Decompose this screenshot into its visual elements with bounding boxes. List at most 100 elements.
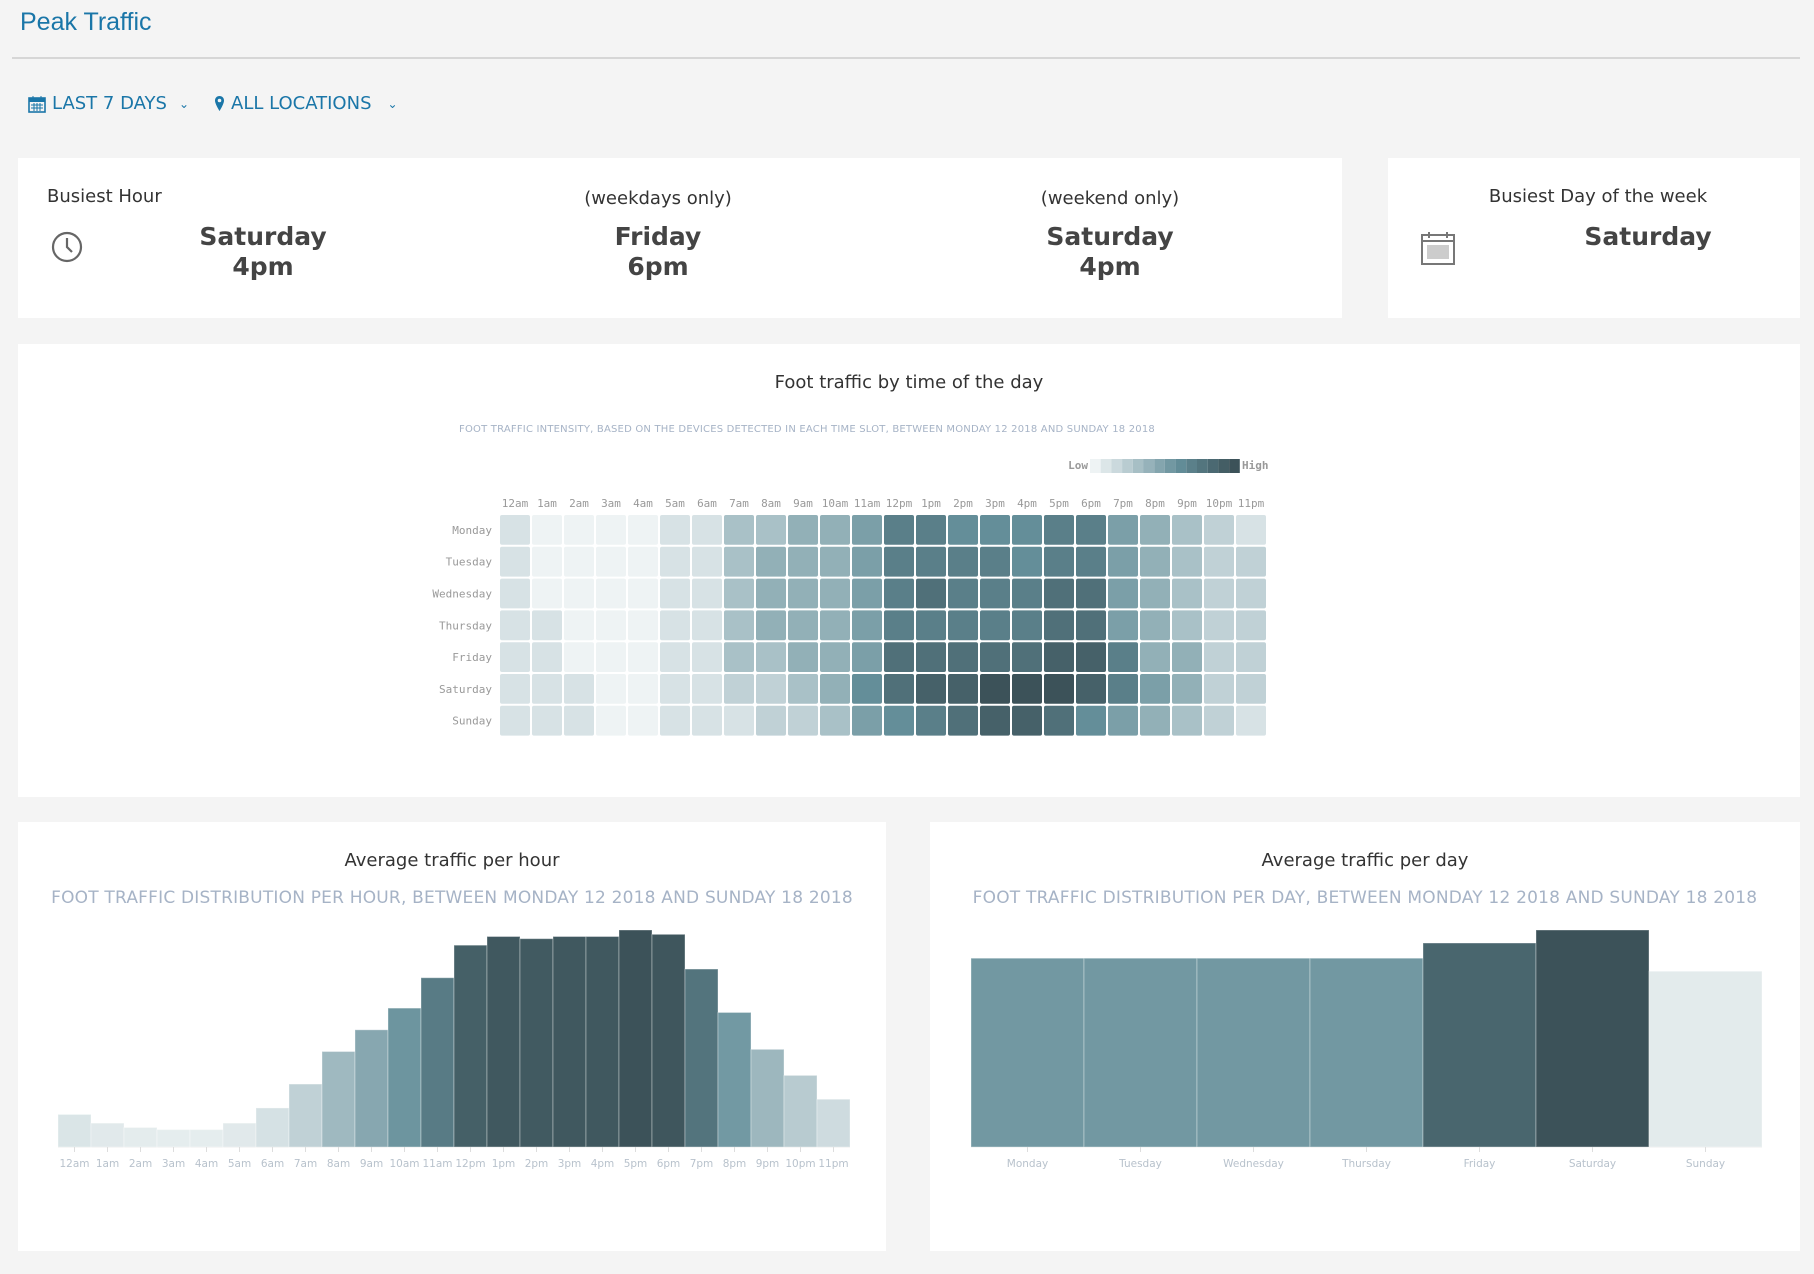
legend-swatch <box>1164 459 1176 473</box>
heatmap-cell <box>532 642 562 672</box>
heatmap-cell <box>596 705 626 736</box>
x-tick-label: 1am <box>96 1158 119 1170</box>
heatmap-cell <box>564 515 594 545</box>
day-tick-label: Monday <box>452 524 492 537</box>
x-tick-label: 5pm <box>624 1158 648 1170</box>
heatmap-cell <box>564 578 594 609</box>
heatmap-cell <box>564 705 594 736</box>
heatmap-cell <box>884 674 914 704</box>
hour-tick-label: 3am <box>601 497 621 510</box>
heatmap-cell <box>500 705 530 736</box>
heatmap-cell <box>564 546 594 577</box>
heatmap-cell <box>1140 610 1170 641</box>
bar <box>1196 957 1311 1148</box>
weekend-hour: 4pm <box>1079 252 1141 281</box>
legend-swatch <box>1207 459 1219 473</box>
clock-icon <box>51 231 83 263</box>
heatmap-cell <box>628 705 658 736</box>
map-pin-icon <box>215 95 224 111</box>
heatmap-cell <box>916 610 946 641</box>
heatmap-cell <box>1012 578 1042 609</box>
heatmap-cell <box>596 578 626 609</box>
hour-tick-label: 2am <box>569 497 589 510</box>
bar <box>816 1098 851 1148</box>
x-tick-label: Monday <box>1007 1158 1048 1170</box>
x-tick-label: Wednesday <box>1223 1158 1284 1170</box>
x-tick-label: 5am <box>228 1158 251 1170</box>
bar <box>255 1107 290 1148</box>
location-dropdown[interactable]: ALL LOCATIONS ⌄ <box>214 93 398 114</box>
bar <box>750 1048 785 1148</box>
heatmap-cell <box>788 674 818 704</box>
x-tick-label: 6pm <box>657 1158 681 1170</box>
busiest-day-card: Busiest Day of the week Saturday <box>1388 158 1800 318</box>
heatmap-cell <box>1044 515 1074 545</box>
date-range-dropdown[interactable]: LAST 7 DAYS ⌄ <box>28 93 189 114</box>
date-range-label: LAST 7 DAYS <box>52 93 167 114</box>
heatmap-cell <box>980 705 1010 736</box>
heatmap-cell <box>596 610 626 641</box>
heatmap-cell <box>1044 705 1074 736</box>
heatmap-cell <box>1172 705 1202 736</box>
bar <box>321 1051 356 1148</box>
bar <box>1083 957 1198 1148</box>
heatmap-cell <box>788 705 818 736</box>
hour-tick-label: 5pm <box>1049 497 1069 510</box>
heatmap-cell <box>820 674 850 704</box>
heatmap-cell <box>1204 515 1234 545</box>
heatmap-cell <box>532 515 562 545</box>
weekdays-day: Friday <box>614 222 702 251</box>
heatmap-cell <box>532 578 562 609</box>
heatmap-cell <box>852 578 882 609</box>
heatmap-cell <box>532 610 562 641</box>
heatmap-cell <box>916 705 946 736</box>
bar <box>970 957 1085 1148</box>
busiest-day-value: Saturday <box>1584 222 1712 251</box>
heatmap-cell <box>884 546 914 577</box>
heatmap-cell <box>852 674 882 704</box>
overall-day: Saturday <box>199 222 327 251</box>
heatmap-chart: 12am 1am 2am 3am 4am 5am 6am 7am 8am 9am 10am 11am 1… <box>432 459 1269 736</box>
heatmap-cell <box>1076 642 1106 672</box>
heatmap-cell <box>916 642 946 672</box>
legend-swatch <box>1132 459 1144 473</box>
hour-tick-label: 6pm <box>1081 497 1101 510</box>
heatmap-cell <box>660 674 690 704</box>
heatmap-cell <box>1108 674 1138 704</box>
heatmap-cell <box>1076 578 1106 609</box>
x-tick-label: 4pm <box>591 1158 615 1170</box>
day-tick-label: Wednesday <box>432 588 492 601</box>
heatmap-cell <box>660 578 690 609</box>
heatmap-cell <box>692 674 722 704</box>
hour-tick-label: 9am <box>793 497 813 510</box>
heatmap-cell <box>1076 610 1106 641</box>
hour-tick-label: 2pm <box>953 497 973 510</box>
bar <box>717 1011 752 1148</box>
hour-tick-label: 12pm <box>886 497 913 510</box>
heatmap-cell <box>724 546 754 577</box>
hour-tick-label: 3pm <box>985 497 1005 510</box>
x-tick-label: Tuesday <box>1118 1158 1162 1170</box>
heatmap-cell <box>788 610 818 641</box>
x-tick-label: 9pm <box>756 1158 780 1170</box>
heatmap-cell <box>980 674 1010 704</box>
heatmap-cell <box>1044 642 1074 672</box>
heatmap-cell <box>628 578 658 609</box>
heatmap-cell <box>564 610 594 641</box>
heatmap-cell <box>820 642 850 672</box>
heatmap-cell <box>660 610 690 641</box>
hourly-chart-card: Average traffic per hour FOOT TRAFFIC DI… <box>18 822 886 1251</box>
heatmap-cell <box>948 515 978 545</box>
day-tick-label: Friday <box>452 651 492 664</box>
heatmap-cell <box>628 610 658 641</box>
x-tick-label: Thursday <box>1341 1158 1391 1170</box>
daily-bar-chart: Monday Tuesday Wednesday Thursday Friday Satu… <box>970 929 1763 1170</box>
chevron-down-icon: ⌄ <box>387 96 398 111</box>
bar <box>1422 942 1537 1148</box>
heatmap-cell <box>852 515 882 545</box>
x-tick-label: 6am <box>261 1158 284 1170</box>
hour-tick-label: 8am <box>761 497 781 510</box>
heatmap-cell <box>948 642 978 672</box>
legend-swatch <box>1100 459 1112 473</box>
heatmap-cell <box>948 705 978 736</box>
